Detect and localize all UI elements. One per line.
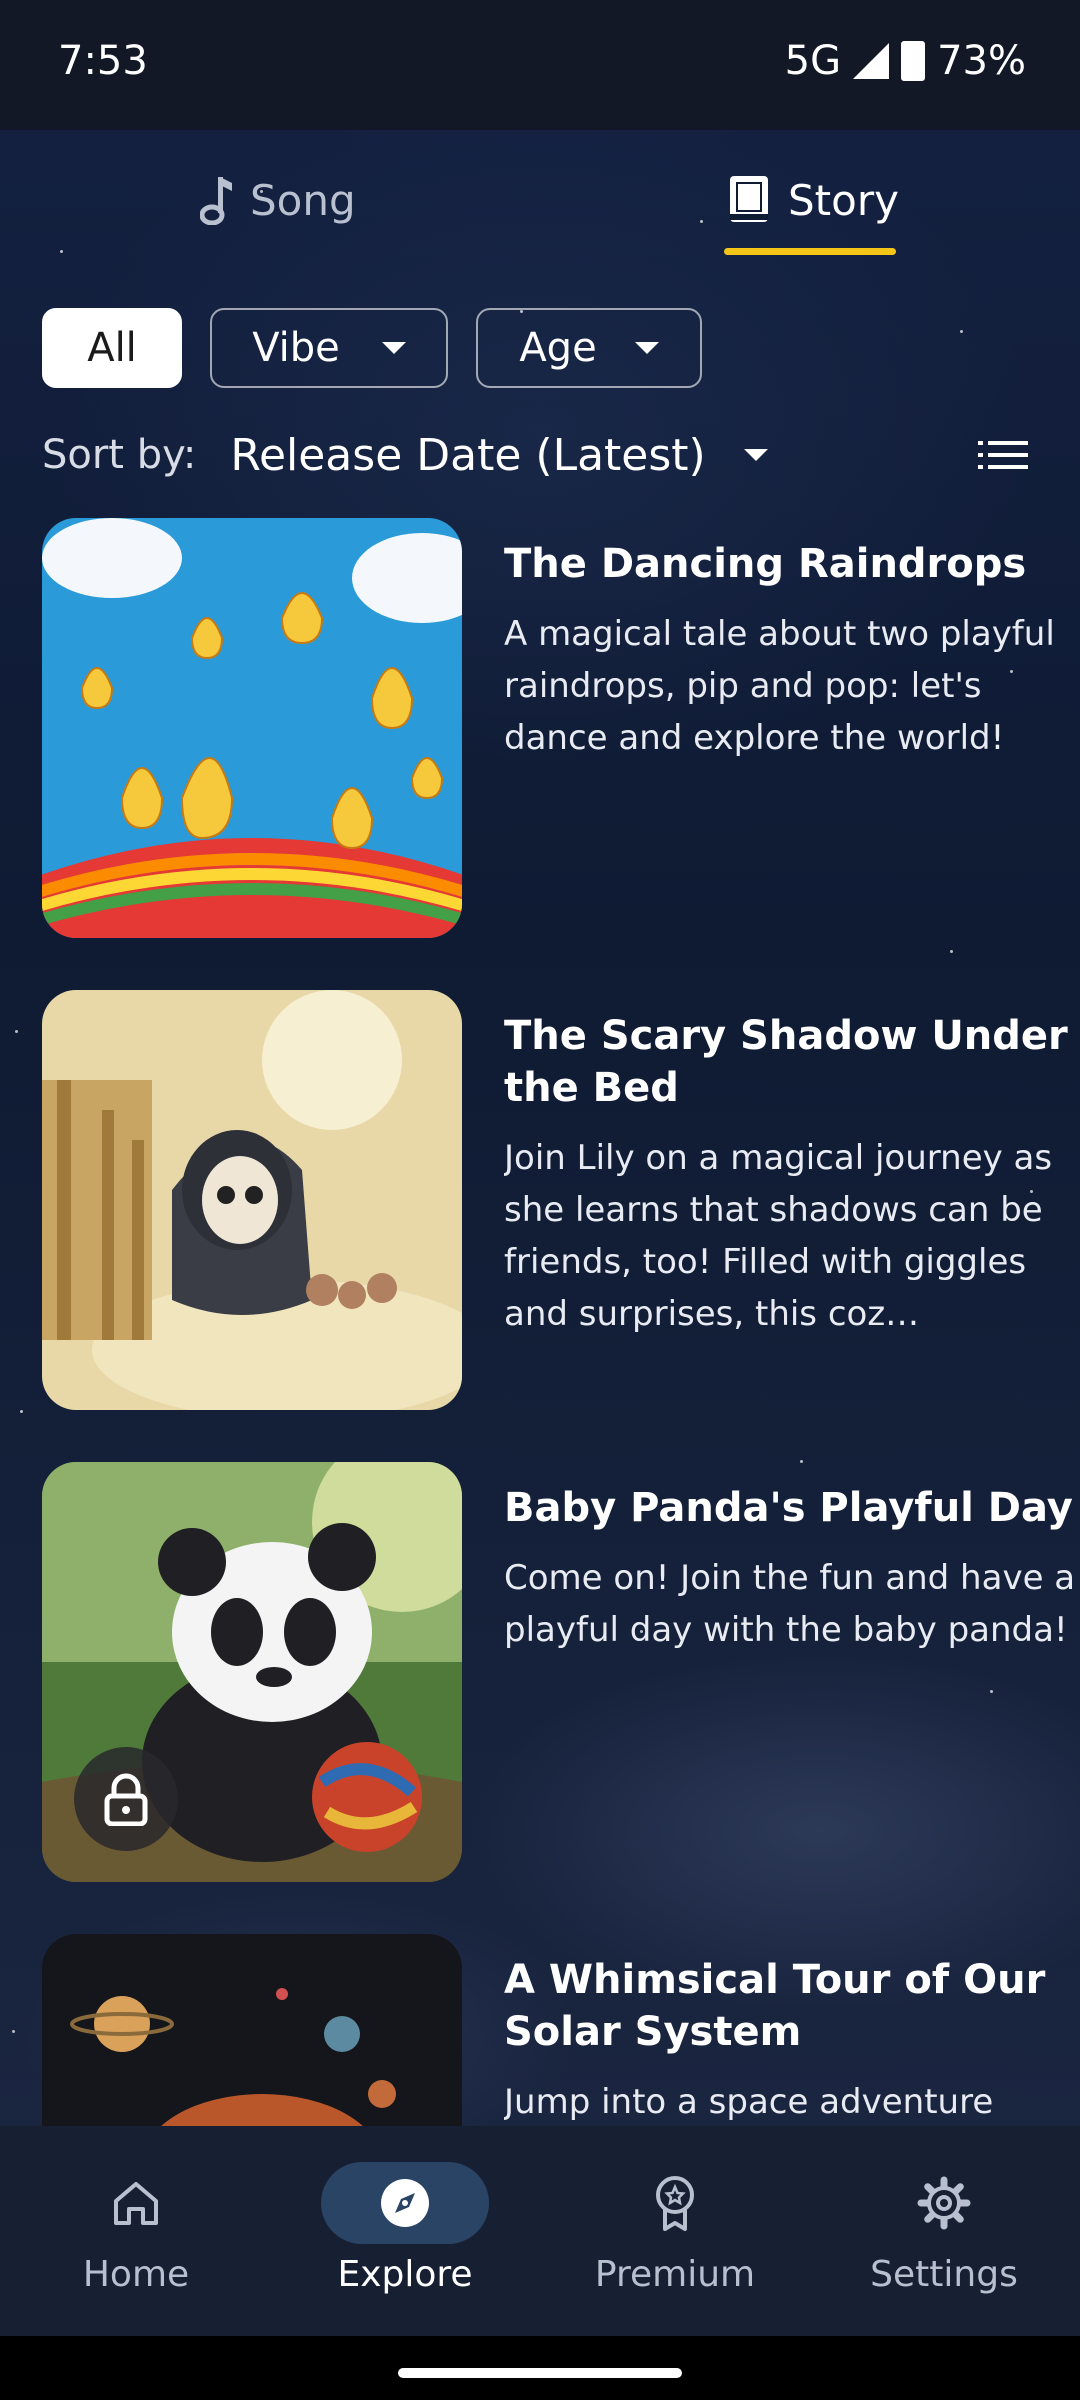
- story-item[interactable]: The Scary Shadow Under the Bed Join Lily…: [42, 990, 1068, 1410]
- locked-badge: [74, 1747, 178, 1851]
- nav-home[interactable]: Home: [26, 2162, 246, 2295]
- active-tab-indicator: [724, 248, 896, 255]
- story-title: Baby Panda's Playful Day: [504, 1485, 1073, 1531]
- nav-explore[interactable]: Explore: [295, 2162, 515, 2295]
- status-bar: 7:53 5G 73%: [0, 0, 1080, 130]
- story-title: The Dancing Raindrops: [504, 541, 1027, 587]
- nav-premium-label: Premium: [594, 2254, 756, 2295]
- sort-label: Sort by:: [42, 432, 197, 478]
- story-thumbnail[interactable]: [42, 990, 462, 1410]
- nav-settings-label: Settings: [870, 2254, 1018, 2295]
- gesture-bar: [0, 2336, 1080, 2400]
- music-note-icon: [200, 177, 232, 225]
- filter-all-label: All: [87, 325, 137, 371]
- chevron-down-icon[interactable]: [743, 449, 768, 461]
- story-item[interactable]: The Dancing Raindrops A magical tale abo…: [42, 518, 1055, 938]
- list-view-icon[interactable]: [978, 440, 1028, 470]
- book-icon: [730, 176, 768, 222]
- story-info: The Scary Shadow Under the Bed Join Lily…: [504, 1010, 1080, 1340]
- story-info: The Dancing Raindrops A magical tale abo…: [504, 538, 1080, 764]
- bottom-navigation: Home Explore Premium Settings: [0, 2126, 1080, 2336]
- filter-vibe-dropdown[interactable]: Vibe: [210, 308, 448, 388]
- sort-row: Sort by: Release Date (Latest): [42, 420, 1042, 490]
- home-icon: [114, 2182, 158, 2225]
- filter-bar: All Vibe Age: [42, 308, 702, 388]
- filter-all-chip[interactable]: All: [42, 308, 182, 388]
- story-description: Come on! Join the fun and have a playful…: [504, 1558, 1076, 1650]
- signal-icon: [853, 43, 890, 79]
- filter-age-dropdown[interactable]: Age: [476, 308, 702, 388]
- nav-explore-label: Explore: [337, 2254, 473, 2295]
- tab-song[interactable]: Song: [200, 160, 356, 240]
- home-indicator[interactable]: [398, 2368, 682, 2378]
- filter-age-label: Age: [519, 325, 597, 371]
- compass-icon: [381, 2179, 429, 2227]
- story-info: Baby Panda's Playful Day Come on! Join t…: [504, 1482, 1080, 1656]
- battery-icon: [901, 41, 926, 81]
- gear-icon: [917, 2176, 971, 2230]
- story-description: Join Lily on a magical journey as she le…: [504, 1138, 1053, 1334]
- lock-icon: [104, 1773, 148, 1826]
- story-thumbnail[interactable]: [42, 518, 462, 938]
- filter-vibe-label: Vibe: [252, 325, 340, 371]
- chevron-down-icon: [634, 342, 659, 354]
- story-info: A Whimsical Tour of Our Solar System Jum…: [504, 1954, 1080, 2128]
- story-description: Jump into a space adventure: [504, 2082, 994, 2122]
- story-title: The Scary Shadow Under the Bed: [504, 1013, 1068, 1111]
- tab-story[interactable]: Story: [728, 160, 899, 240]
- story-thumbnail[interactable]: [42, 1462, 462, 1882]
- nav-settings[interactable]: Settings: [834, 2162, 1054, 2295]
- network-label: 5G: [784, 38, 842, 84]
- story-item[interactable]: Baby Panda's Playful Day Come on! Join t…: [42, 1462, 1075, 1882]
- nav-home-label: Home: [82, 2254, 190, 2295]
- chevron-down-icon: [381, 342, 406, 354]
- tab-story-label: Story: [788, 175, 899, 225]
- nav-premium[interactable]: Premium: [565, 2162, 785, 2295]
- award-icon: [656, 2176, 694, 2231]
- content-tabs: Song Story: [0, 130, 1080, 260]
- story-description: A magical tale about two playful raindro…: [504, 614, 1055, 758]
- status-time: 7:53: [58, 38, 148, 84]
- battery-percent: 73%: [937, 38, 1026, 84]
- sort-dropdown[interactable]: Release Date (Latest): [230, 430, 705, 481]
- story-title: A Whimsical Tour of Our Solar System: [504, 1957, 1046, 2055]
- tab-song-label: Song: [250, 175, 356, 225]
